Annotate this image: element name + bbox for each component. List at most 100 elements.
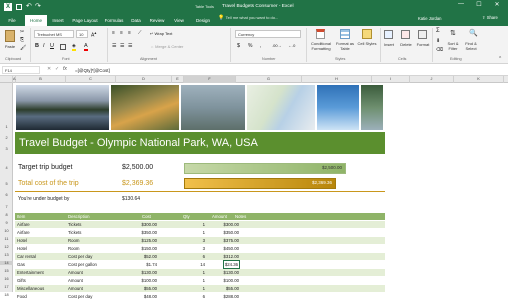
header-item[interactable]: Item	[17, 213, 25, 220]
fill-icon[interactable]: ⬇	[436, 38, 440, 44]
format-as-table-button[interactable]: Format as Table	[333, 41, 357, 51]
conditional-formatting-button[interactable]: Conditional Formatting	[307, 41, 335, 51]
tab-data[interactable]: Data	[128, 15, 144, 26]
align-middle-icon[interactable]: ≡	[120, 30, 123, 36]
fill-color-icon[interactable]: ◈	[72, 43, 76, 51]
grow-font-icon[interactable]: A▴	[91, 30, 96, 39]
cell-amount[interactable]: $375.00	[223, 237, 239, 244]
cell-qty[interactable]: 14	[200, 261, 205, 268]
photo-angler[interactable]	[110, 84, 180, 131]
formula-input[interactable]: =[@Qty]*[@Cost]	[75, 67, 500, 75]
cell-description[interactable]: Tickets	[68, 221, 81, 228]
cell-qty[interactable]: 6	[203, 293, 205, 300]
row-header[interactable]: 8	[0, 213, 13, 217]
wrap-text-button[interactable]: ↵ Wrap Text	[150, 31, 172, 36]
enter-icon[interactable]: ✓	[55, 66, 59, 72]
row-header[interactable]: 3	[0, 147, 13, 151]
cell-amount[interactable]: $24.36	[222, 260, 241, 269]
redo-icon[interactable]: ↷	[35, 2, 41, 10]
cell-qty[interactable]: 1	[203, 221, 205, 228]
cell-cost[interactable]: $125.00	[141, 237, 157, 244]
row-header[interactable]: 13	[0, 253, 13, 257]
column-header-b[interactable]: B	[16, 76, 66, 83]
autosum-icon[interactable]: Σ	[436, 28, 440, 34]
account-name[interactable]: Katie Jordan	[418, 16, 442, 21]
cell-item[interactable]: Airfare	[17, 221, 30, 228]
sort-filter-button[interactable]: Sort & Filter	[444, 41, 462, 51]
row-header[interactable]: 14	[0, 261, 13, 265]
name-box[interactable]: F14	[2, 66, 40, 74]
align-bottom-icon[interactable]: ≡	[128, 30, 131, 36]
photo-heron[interactable]	[180, 84, 246, 131]
cell-styles-button[interactable]: Cell Styles	[356, 41, 378, 46]
cell-styles-icon[interactable]	[362, 29, 372, 39]
cell-description[interactable]: Cost per gallon	[68, 261, 97, 268]
cell-amount[interactable]: $55.00	[226, 285, 239, 292]
cell-description[interactable]: Room	[68, 245, 79, 252]
align-left-icon[interactable]: ☰	[112, 43, 116, 49]
cell-qty[interactable]: 6	[203, 253, 205, 260]
clear-icon[interactable]: ⌫	[436, 47, 443, 53]
photo-map[interactable]	[246, 84, 316, 131]
cell-cost[interactable]: $300.00	[141, 221, 157, 228]
cell-amount[interactable]: $450.00	[223, 245, 239, 252]
find-select-button[interactable]: Find & Select	[462, 41, 480, 51]
row-header[interactable]: 4	[0, 166, 13, 170]
banner-title[interactable]: Travel Budget - Olympic National Park, W…	[15, 132, 385, 154]
cut-icon[interactable]: ✂	[20, 29, 24, 35]
cell-cost[interactable]: $100.00	[141, 277, 157, 284]
share-button[interactable]: ⇪ Share	[482, 15, 498, 20]
paste-button[interactable]: Paste	[3, 44, 17, 49]
bold-icon[interactable]: B	[35, 43, 39, 49]
row-header[interactable]: 18	[0, 293, 13, 297]
row-header[interactable]: 15	[0, 269, 13, 273]
conditional-formatting-icon[interactable]	[316, 29, 325, 39]
row-header[interactable]: 5	[0, 182, 13, 186]
photo-kayak[interactable]	[316, 84, 360, 131]
cell-item[interactable]: Car rental	[17, 253, 36, 260]
cell-amount[interactable]: $100.00	[223, 277, 239, 284]
paste-icon[interactable]	[5, 30, 15, 42]
currency-icon[interactable]: $	[237, 43, 240, 49]
cell-qty[interactable]: 1	[203, 277, 205, 284]
row-header[interactable]: 17	[0, 285, 13, 289]
header-qty[interactable]: Qty	[183, 213, 190, 220]
tab-home[interactable]: Home	[25, 15, 47, 26]
cell-qty[interactable]: 3	[203, 237, 205, 244]
cell-item[interactable]: Airfare	[17, 229, 30, 236]
sort-filter-icon[interactable]: ⇅	[450, 29, 456, 37]
cell-qty[interactable]: 1	[203, 229, 205, 236]
cell-amount[interactable]: $288.00	[223, 293, 239, 300]
row-header[interactable]: 11	[0, 237, 13, 241]
under-budget-label[interactable]: You're under budget by	[18, 196, 69, 202]
cell-qty[interactable]: 1	[203, 269, 205, 276]
cell-description[interactable]: Cost per day	[68, 293, 92, 300]
cell-item[interactable]: Food	[17, 293, 27, 300]
insert-cells-icon[interactable]	[384, 30, 393, 39]
tab-file[interactable]: File	[2, 15, 22, 26]
tell-me-search[interactable]: 💡 Tell me what you want to do...	[218, 15, 296, 24]
row-header[interactable]: 10	[0, 229, 13, 233]
total-value[interactable]: $2,369.36	[122, 180, 153, 187]
header-description[interactable]: Description	[68, 213, 90, 220]
row-header[interactable]: 6	[0, 193, 13, 197]
collapse-ribbon-icon[interactable]: ⌃	[498, 56, 502, 62]
cell-item[interactable]: Entertainment	[17, 269, 44, 276]
total-label[interactable]: Total cost of the trip	[18, 180, 79, 187]
decrease-decimal-icon[interactable]: ←.0	[288, 43, 295, 48]
column-header-j[interactable]: J	[410, 76, 454, 83]
delete-cells-button[interactable]: Delete	[397, 42, 415, 47]
format-cells-button[interactable]: Format	[414, 42, 432, 47]
copy-icon[interactable]: ⎘	[20, 37, 24, 43]
column-header-g[interactable]: G	[236, 76, 302, 83]
comma-icon[interactable]: ,	[260, 43, 261, 49]
row-header[interactable]: 12	[0, 245, 13, 249]
cell-amount[interactable]: $130.00	[223, 269, 239, 276]
cell-cost[interactable]: $48.00	[144, 293, 157, 300]
header-notes[interactable]: Notes	[235, 213, 246, 220]
row-header[interactable]: 1	[0, 125, 13, 129]
insert-function-icon[interactable]: fx	[63, 66, 67, 72]
column-header-e[interactable]: E	[172, 76, 184, 83]
cell-amount[interactable]: $312.00	[223, 253, 239, 260]
format-painter-icon[interactable]: 🖌	[20, 45, 26, 51]
